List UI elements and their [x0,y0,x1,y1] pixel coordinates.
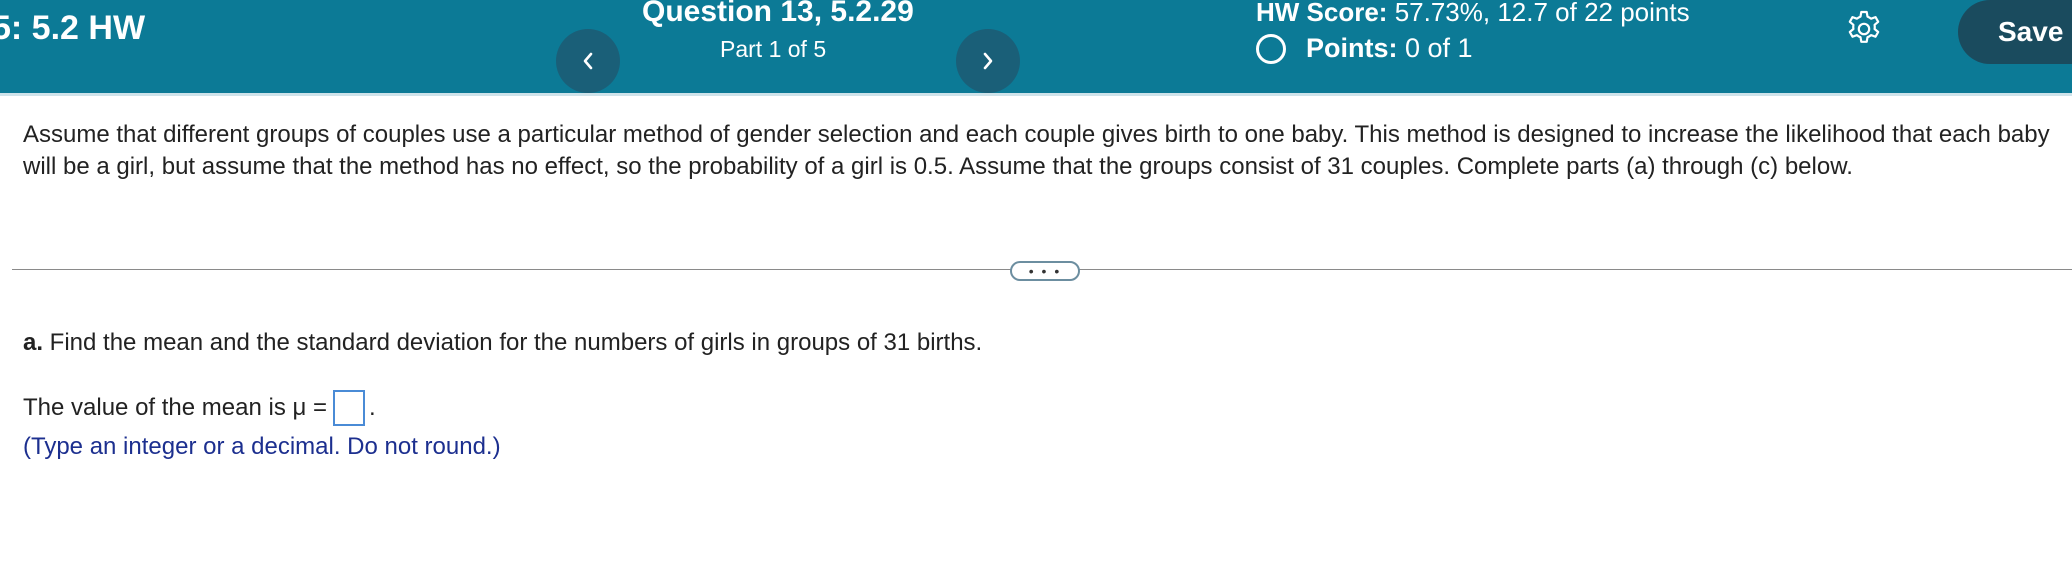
part-a-text: Find the mean and the standard deviation… [43,329,983,356]
question-part: Part 1 of 5 [720,36,827,62]
chevron-left-icon [583,52,593,70]
top-bar: 5: 5.2 HW Question 13, 5.2.29 Part 1 of … [0,0,2072,93]
part-a-prompt: a. Find the mean and the standard deviat… [23,329,982,357]
save-button[interactable]: Save [1958,0,2072,64]
part-a-label: a. [23,329,44,356]
mean-answer-input[interactable] [333,390,365,426]
gear-icon[interactable] [1844,9,1884,49]
hw-score: HW Score: 57.73%, 12.7 of 22 points [1256,0,1690,28]
points-label: Points: [1306,33,1398,63]
points-status-circle-icon [1256,33,1286,64]
points-status: Points: 0 of 1 [1256,33,1473,64]
points-value: 0 of 1 [1405,33,1473,63]
mean-suffix: . [369,394,376,421]
expand-question-button[interactable]: • • • [1010,261,1080,281]
previous-question-button[interactable] [556,29,620,93]
mean-answer-row: The value of the mean is μ = . [23,390,376,426]
assignment-title: 5: 5.2 HW [0,9,146,47]
chevron-right-icon [983,52,993,70]
hw-score-value: 57.73%, 12.7 of 22 points [1394,0,1690,27]
hw-score-label: HW Score: [1256,0,1388,27]
answer-format-hint: (Type an integer or a decimal. Do not ro… [23,433,501,460]
question-text: Assume that different groups of couples … [23,121,2050,180]
question-title: Question 13, 5.2.29 [642,0,914,28]
next-question-button[interactable] [956,29,1020,93]
top-bar-divider [0,93,2072,96]
mean-prompt: The value of the mean is μ = [23,394,327,421]
